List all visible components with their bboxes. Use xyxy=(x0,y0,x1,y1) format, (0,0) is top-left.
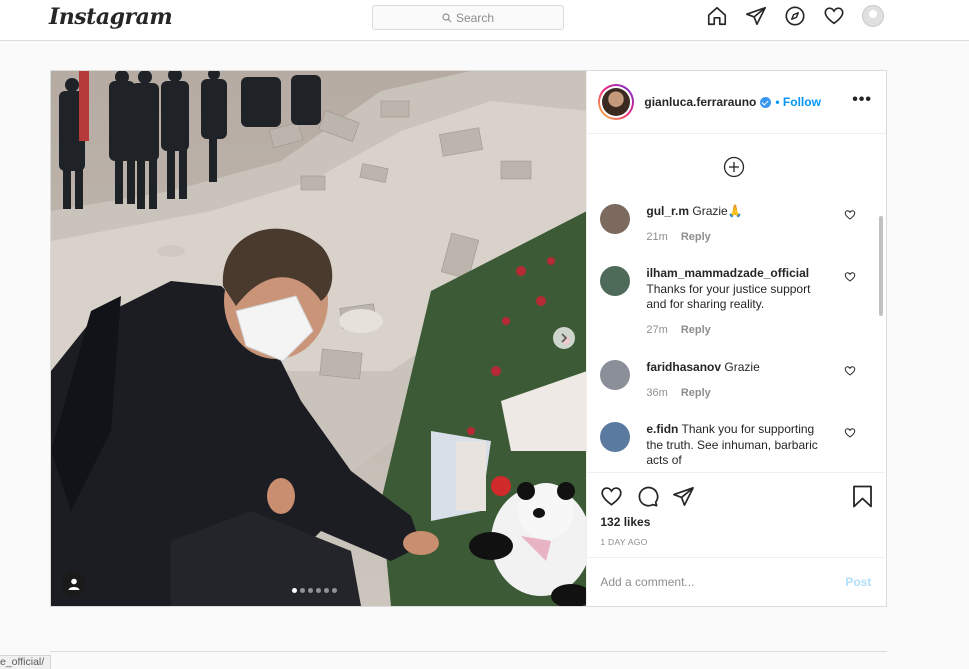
home-icon[interactable] xyxy=(706,5,728,27)
comment-text: Grazie xyxy=(724,360,760,374)
comment-meta: 36m Reply xyxy=(646,386,826,402)
search-input[interactable]: Search xyxy=(372,5,564,30)
page-divider xyxy=(50,651,887,652)
post-header: gianluca.ferrarauno • Follow ••• xyxy=(587,71,886,134)
top-navigation-bar: Instagram Search xyxy=(0,0,969,41)
post-photo[interactable] xyxy=(51,71,587,606)
comment-input[interactable]: Add a comment... xyxy=(600,575,694,589)
post-card: gianluca.ferrarauno • Follow ••• gul_r.m… xyxy=(50,70,887,607)
comment-like-heart-icon[interactable] xyxy=(844,209,856,221)
comment-body: gul_r.m Grazie🙏 21m Reply xyxy=(646,204,826,245)
reply-button[interactable]: Reply xyxy=(681,387,711,399)
carousel-dot xyxy=(324,588,329,593)
post-actions: 132 likes 1 DAY AGO xyxy=(587,472,886,556)
browser-status-url: e_official/ xyxy=(0,655,52,669)
comment-meta: 21m Reply xyxy=(646,230,826,246)
post-sidebar: gianluca.ferrarauno • Follow ••• gul_r.m… xyxy=(586,71,886,606)
search-placeholder: Search xyxy=(455,10,495,25)
comment-text: Thanks for your justice support and for … xyxy=(646,281,811,312)
carousel-dot xyxy=(292,588,297,593)
explore-compass-icon[interactable] xyxy=(784,5,806,27)
author-username[interactable]: gianluca.ferrarauno xyxy=(644,95,756,109)
carousel-dot xyxy=(308,588,313,593)
comments-list: gul_r.m Grazie🙏 21m Reply ilham_mammadza… xyxy=(587,134,885,472)
chevron-right-icon xyxy=(561,333,568,343)
action-icons-row xyxy=(600,485,695,508)
comment-body: faridhasanov Grazie 36m Reply xyxy=(646,360,826,401)
activity-heart-icon[interactable] xyxy=(823,5,845,27)
comment-like-heart-icon[interactable] xyxy=(844,365,856,377)
load-more-comments-icon[interactable] xyxy=(723,156,745,178)
more-options-button[interactable]: ••• xyxy=(852,92,872,108)
comment-meta: 27m Reply xyxy=(646,323,826,339)
comment-like-heart-icon[interactable] xyxy=(844,271,856,283)
verified-badge-icon xyxy=(760,96,772,108)
comment-time[interactable]: 21m xyxy=(646,231,667,243)
comments-scrollbar[interactable] xyxy=(879,216,884,316)
share-direct-icon[interactable] xyxy=(672,485,695,508)
comment-username[interactable]: ilham_mammadzade_official xyxy=(646,266,809,280)
comment-time[interactable]: 27m xyxy=(646,324,667,336)
likes-count[interactable]: 132 likes xyxy=(600,515,650,529)
search-icon xyxy=(442,12,452,22)
post-comment-button[interactable]: Post xyxy=(845,575,871,589)
add-comment-form: Add a comment... Post xyxy=(587,557,886,606)
comment-time[interactable]: 36m xyxy=(646,387,667,399)
carousel-dot xyxy=(316,588,321,593)
comment-username[interactable]: faridhasanov xyxy=(646,360,721,374)
save-bookmark-icon[interactable] xyxy=(852,485,873,508)
comment-bubble-icon[interactable] xyxy=(636,485,659,508)
like-heart-icon[interactable] xyxy=(600,485,623,508)
comment-body: ilham_mammadzade_official Thanks for you… xyxy=(646,266,826,338)
post-photo-image xyxy=(51,71,587,606)
comment-like-heart-icon[interactable] xyxy=(844,427,856,439)
comment-avatar[interactable] xyxy=(600,360,631,390)
carousel-dot xyxy=(300,588,305,593)
reply-button[interactable]: Reply xyxy=(681,231,711,243)
profile-avatar[interactable] xyxy=(862,5,884,27)
nav-icon-group xyxy=(706,5,884,27)
reply-button[interactable]: Reply xyxy=(681,324,711,336)
post-timestamp[interactable]: 1 DAY AGO xyxy=(600,537,647,547)
comment-avatar[interactable] xyxy=(600,204,631,234)
comment-username[interactable]: gul_r.m xyxy=(646,204,689,218)
user-tag-icon xyxy=(68,578,80,590)
carousel-dot xyxy=(332,588,337,593)
comment-username[interactable]: e.fidn xyxy=(646,422,678,436)
instagram-logo[interactable]: Instagram xyxy=(49,4,173,30)
direct-message-icon[interactable] xyxy=(745,5,767,27)
author-avatar[interactable] xyxy=(598,84,635,120)
comment-text: Grazie🙏 xyxy=(692,204,743,218)
carousel-indicator xyxy=(292,588,337,593)
follow-button[interactable]: • Follow xyxy=(775,95,821,109)
tagged-users-button[interactable] xyxy=(62,572,86,596)
comment-avatar[interactable] xyxy=(600,266,631,296)
comment-body: e.fidn Thank you for supporting the trut… xyxy=(646,422,826,469)
comment-avatar[interactable] xyxy=(600,422,631,452)
